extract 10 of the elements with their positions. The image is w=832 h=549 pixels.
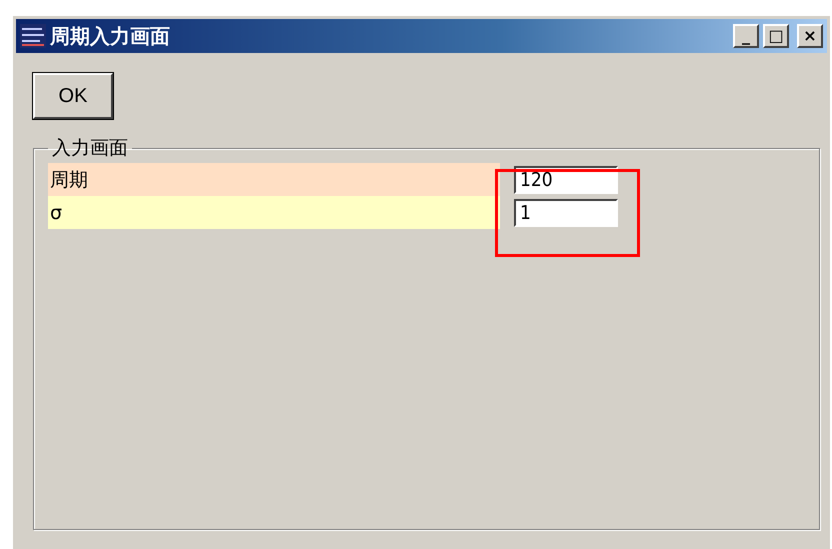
app-icon	[20, 24, 46, 48]
ok-button[interactable]: OK	[33, 73, 113, 119]
input-field[interactable]: 1	[514, 198, 618, 226]
window-title: 周期入力画面	[50, 22, 171, 50]
field-label: 周期	[48, 163, 500, 196]
close-button[interactable]: ×	[797, 24, 823, 48]
group-title: 入力画面	[51, 136, 129, 161]
field-label: σ	[48, 196, 500, 229]
maximize-button[interactable]: □	[763, 24, 789, 48]
minimize-button[interactable]: _	[733, 24, 759, 48]
